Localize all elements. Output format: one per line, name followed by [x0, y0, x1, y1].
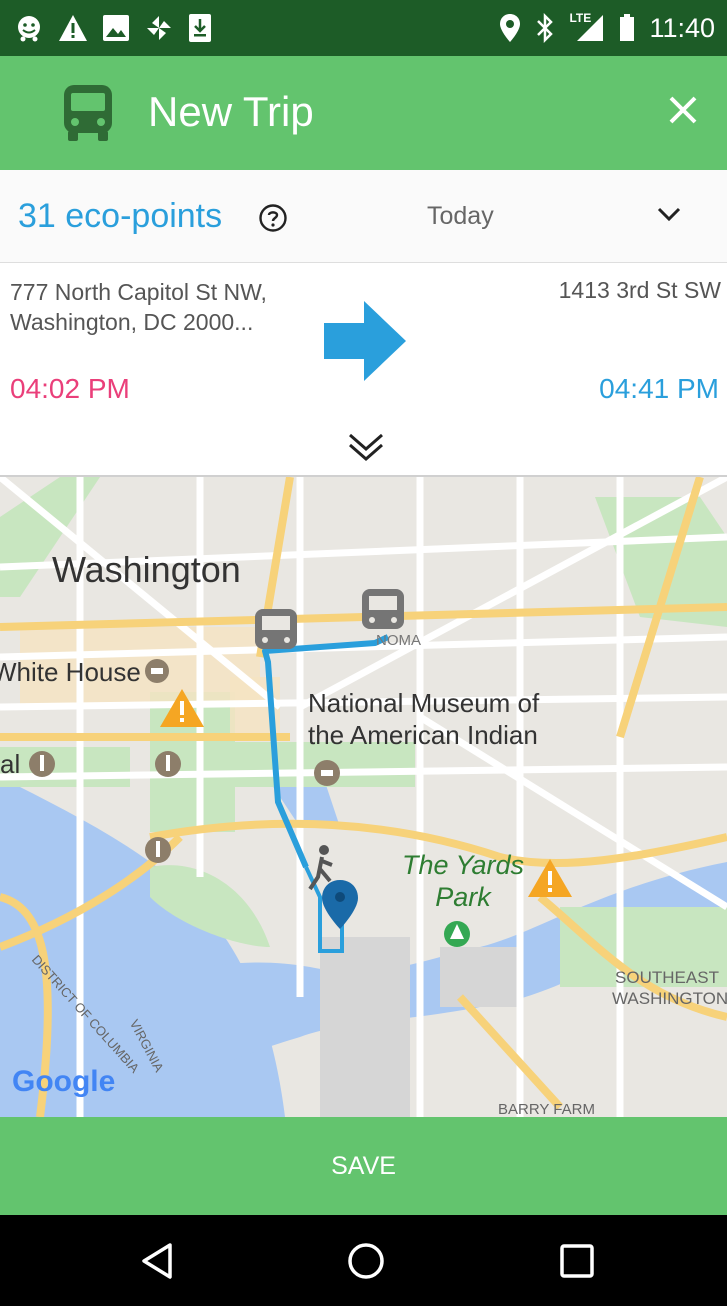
trip-summary: 777 North Capitol St NW, Washington, DC … — [0, 263, 727, 477]
eco-points-label: 31 eco-points — [18, 197, 223, 235]
train-station-icon — [255, 609, 297, 649]
save-button-label: SAVE — [331, 1152, 396, 1180]
park-icon — [444, 921, 470, 947]
warning-icon — [58, 14, 88, 42]
departure-time[interactable]: 04:02 PM — [10, 373, 130, 405]
battery-icon — [619, 14, 635, 42]
google-logo: Google — [12, 1065, 116, 1098]
page-title: New Trip — [148, 88, 314, 135]
waze-icon — [14, 13, 44, 43]
chevron-down-icon[interactable] — [656, 206, 682, 229]
eco-points-row: 31 eco-points Today — [0, 170, 727, 264]
map-label-barry-farm: BARRY FARM — [498, 1101, 595, 1117]
close-icon[interactable] — [667, 94, 699, 131]
map-label-park: The Yards Park — [401, 850, 525, 912]
double-chevron-down-icon[interactable] — [346, 431, 386, 468]
signal-icon: LTE — [569, 11, 605, 43]
download-icon — [188, 13, 212, 43]
navigation-bar — [0, 1215, 727, 1306]
app-bar: New Trip — [0, 56, 727, 170]
recent-apps-icon[interactable] — [559, 1241, 595, 1286]
arrow-right-icon — [322, 299, 408, 388]
map-label-mall-fragment: al — [0, 749, 21, 779]
bluetooth-icon — [535, 13, 555, 43]
date-select[interactable]: Today — [427, 170, 494, 262]
network-type-label: LTE — [569, 11, 592, 25]
map-label-city: Washington — [52, 549, 241, 590]
walking-icon — [308, 845, 333, 891]
map-label-southeast: SOUTHEAST WASHINGTON — [612, 968, 727, 1008]
destination-address[interactable]: 1413 3rd St SW — [559, 277, 721, 304]
status-bar: LTE 11:40 — [0, 0, 727, 56]
map-label-museum: National Museum of the American Indian — [308, 688, 540, 750]
bus-stop-icon — [362, 589, 404, 629]
back-icon[interactable] — [138, 1241, 174, 1286]
save-button[interactable]: SAVE — [0, 1117, 727, 1215]
route-map[interactable]: Washington White House al National Museu… — [0, 477, 727, 1117]
help-icon[interactable] — [258, 203, 288, 238]
origin-address[interactable]: 777 North Capitol St NW, Washington, DC … — [10, 277, 310, 337]
map-label-white-house: White House — [0, 657, 141, 687]
image-icon — [102, 14, 130, 42]
bus-icon — [62, 83, 114, 148]
home-icon[interactable] — [346, 1241, 386, 1286]
arrival-time[interactable]: 04:41 PM — [599, 373, 719, 405]
location-icon — [499, 13, 521, 43]
status-time: 11:40 — [649, 12, 715, 43]
pinwheel-icon — [144, 13, 174, 43]
destination-pin-icon — [322, 880, 358, 929]
map-label-noma: NOMA — [376, 632, 421, 649]
